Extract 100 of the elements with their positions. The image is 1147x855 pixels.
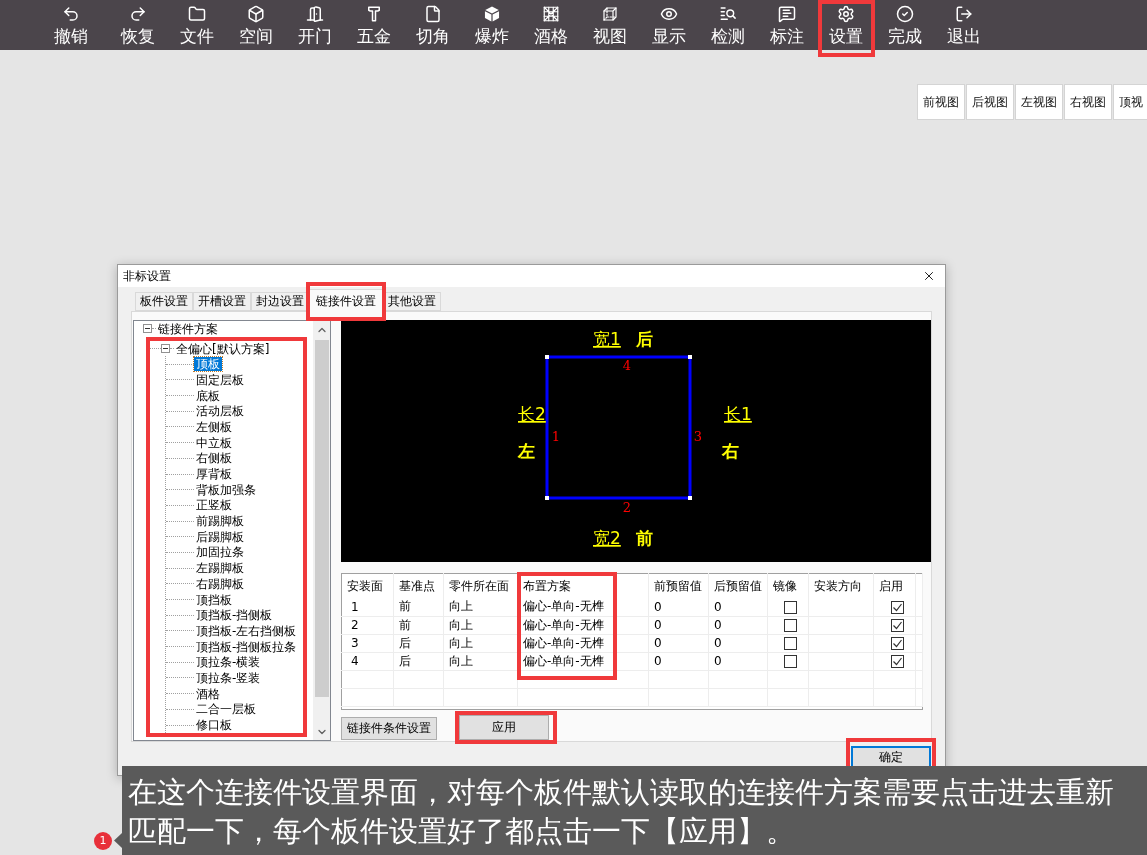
caption-text: 在这个连接件设置界面，对每个板件默认读取的连接件方案需要点击进去重新匹配一下，每个板件设置好了都点击一下【应用】。 — [128, 774, 1115, 850]
table-cell: 0 — [648, 634, 709, 652]
tab[interactable]: 板件设置 — [135, 292, 193, 311]
checkbox[interactable] — [784, 600, 797, 614]
tree-item[interactable]: 左踢脚板 — [194, 561, 246, 576]
side-label: 前 — [636, 528, 653, 548]
tab[interactable]: 其他设置 — [383, 292, 441, 311]
tree-item[interactable]: 右侧板 — [194, 451, 234, 466]
tree-item[interactable]: 后踢脚板 — [194, 529, 246, 544]
tree-item[interactable]: 中立板 — [194, 435, 234, 450]
checkbox[interactable] — [784, 619, 797, 632]
toolbar-button[interactable]: 文件 — [167, 0, 226, 50]
scrollbar-thumb[interactable] — [314, 340, 329, 697]
tree-item[interactable]: 顶板 — [194, 357, 222, 372]
tree-item[interactable]: 顶拉条-竖装 — [194, 670, 263, 685]
tree-item[interactable]: 顶挡板-挡侧板拉条 — [194, 639, 299, 654]
side-label: 左 — [518, 441, 535, 461]
checkbox[interactable] — [784, 655, 797, 668]
toolbar-button[interactable]: 五金 — [344, 0, 403, 50]
dialog-button[interactable]: 应用 — [459, 714, 549, 740]
tree-item[interactable]: 酒格 — [194, 686, 222, 701]
crossed-grid-icon — [541, 5, 560, 23]
tree-item[interactable]: 顶挡板-挡侧板 — [194, 608, 275, 623]
corner-handle-icon — [545, 355, 549, 359]
column-header: 零件所在面 — [449, 578, 509, 593]
checkbox[interactable] — [890, 600, 904, 614]
ok-button[interactable]: 确定 — [851, 746, 931, 766]
tree-item[interactable]: 加固拉条 — [194, 545, 246, 560]
toolbar-button[interactable]: 切角 — [403, 0, 462, 50]
edge-number: 4 — [622, 358, 632, 373]
edge-number: 3 — [693, 429, 703, 444]
dimension-label: 宽2 — [593, 528, 621, 548]
tree-item[interactable]: 底板 — [194, 388, 222, 403]
table-cell: 后 — [393, 652, 444, 670]
tree-item[interactable]: 链接件方案 — [156, 321, 220, 336]
toolbar-button[interactable]: 检测 — [698, 0, 757, 50]
column-header: 布置方案 — [523, 578, 571, 593]
column-header: 后预留值 — [714, 578, 762, 593]
collapse-icon[interactable] — [143, 324, 152, 334]
view-button[interactable]: 前视图 — [917, 84, 965, 120]
table-cell: 向上 — [443, 634, 518, 652]
toolbar-button[interactable]: 酒格 — [521, 0, 580, 50]
tree-item[interactable]: 顶拉条-横装 — [194, 655, 263, 670]
view-button[interactable]: 左视图 — [1015, 84, 1063, 120]
collapse-icon[interactable] — [161, 344, 170, 354]
close-icon[interactable] — [922, 269, 936, 283]
scrollbar[interactable] — [313, 321, 330, 740]
table-cell: 0 — [708, 598, 768, 616]
tree-item[interactable]: 背板加强条 — [194, 482, 258, 497]
wireframe-cube-icon — [600, 5, 619, 23]
tab[interactable]: 链接件设置 — [309, 289, 383, 313]
toolbar-button[interactable]: 设置 — [816, 0, 875, 50]
table-cell: 前 — [393, 598, 444, 616]
step-badge: 1 — [94, 832, 112, 850]
tree-item[interactable]: 左侧板 — [194, 419, 234, 434]
tab[interactable]: 封边设置 — [251, 292, 309, 311]
tree-item[interactable]: 活动层板 — [194, 404, 246, 419]
toolbar-button[interactable]: 恢复 — [108, 0, 167, 50]
view-button[interactable]: 右视图 — [1064, 84, 1112, 120]
logout-icon — [954, 5, 973, 23]
table-cell: 向上 — [443, 652, 518, 670]
column-header: 基准点 — [399, 578, 435, 593]
tab[interactable]: 开槽设置 — [193, 292, 251, 311]
view-button[interactable]: 后视图 — [966, 84, 1014, 120]
tree-item[interactable]: 全偏心[默认方案] — [174, 341, 272, 356]
table-cell: 2 — [341, 616, 394, 634]
checkbox[interactable] — [784, 637, 797, 650]
edge-number: 1 — [551, 429, 561, 444]
checkbox[interactable] — [890, 637, 904, 650]
check-circle-icon — [895, 5, 914, 23]
dialog-button[interactable]: 链接件条件设置 — [341, 716, 437, 740]
toolbar-button[interactable]: 标注 — [757, 0, 816, 50]
table-cell: 0 — [648, 652, 709, 670]
toolbar-button[interactable]: 显示 — [639, 0, 698, 50]
column-header: 前预留值 — [654, 578, 702, 593]
checkbox[interactable] — [890, 619, 904, 632]
toolbar-button[interactable]: 退出 — [934, 0, 993, 50]
table-cell: 偏心-单向-无榫 — [517, 634, 649, 652]
message-icon — [777, 5, 796, 23]
toolbar-button[interactable]: 完成 — [875, 0, 934, 50]
tree-item[interactable]: 顶挡板-左右挡侧板 — [194, 623, 299, 638]
toolbar-button[interactable]: 空间 — [226, 0, 285, 50]
toolbar-button[interactable]: 撤销 — [41, 0, 100, 50]
tree-item[interactable]: 顶挡板 — [194, 592, 234, 607]
checkbox[interactable] — [890, 655, 904, 668]
tree-item[interactable]: 右踢脚板 — [194, 576, 246, 591]
tree-item[interactable]: 厚背板 — [194, 467, 234, 482]
table-cell: 1 — [341, 598, 394, 616]
corner-handle-icon — [688, 355, 692, 359]
tree-item[interactable]: 正竖板 — [194, 498, 234, 513]
tree-item[interactable]: 固定层板 — [194, 372, 246, 387]
tree-item[interactable]: 二合一层板 — [194, 702, 258, 717]
toolbar-button[interactable]: 开门 — [285, 0, 344, 50]
edge-number: 2 — [622, 500, 632, 515]
table-cell: 向上 — [443, 616, 518, 634]
toolbar-button[interactable]: 爆炸 — [462, 0, 521, 50]
tree-item[interactable]: 修口板 — [194, 718, 234, 733]
toolbar-button[interactable]: 视图 — [580, 0, 639, 50]
tree-item[interactable]: 前踢脚板 — [194, 514, 246, 529]
view-button[interactable]: 顶视 — [1113, 84, 1147, 120]
